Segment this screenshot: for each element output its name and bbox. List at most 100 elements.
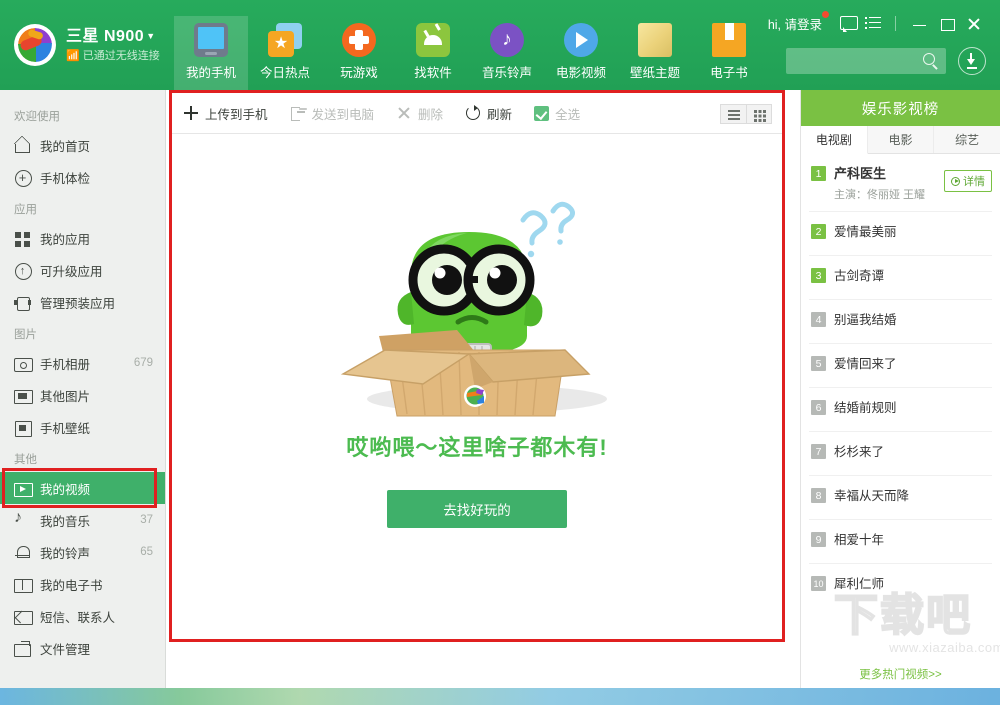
chevron-down-icon[interactable]: ▼ [146,31,155,41]
list-item[interactable]: 10 犀利仁师 [809,564,992,608]
nav-tab-label: 我的手机 [186,62,236,81]
sidebar-item-my-ringtones[interactable]: 我的铃声 65 [0,536,165,568]
tab-tv-series[interactable]: 电视剧 [801,126,868,154]
upload-to-phone-button[interactable]: 上传到手机 [183,104,268,123]
list-item[interactable]: 1 产科医生 主演：佟丽娅 王耀 详情 [809,154,992,212]
tab-movies[interactable]: 电影 [868,126,935,153]
list-item[interactable]: 2 爱情最美丽 [809,212,992,256]
sidebar-item-phone-checkup[interactable]: 手机体检 [0,161,165,193]
maximize-icon[interactable] [935,15,959,33]
nav-tab-music-ringtone[interactable]: 音乐铃声 [470,16,544,90]
minimize-icon[interactable] [908,15,932,33]
nav-tab-label: 玩游戏 [340,62,378,81]
nav-tab-today-hot[interactable]: 今日热点 [248,16,322,90]
nav-tab-label: 电子书 [710,62,748,81]
find-fun-button[interactable]: 去找好玩的 [387,490,567,528]
nav-tab-label: 今日热点 [260,62,310,81]
list-item[interactable]: 4 别逼我结婚 [809,300,992,344]
image-icon [14,387,31,404]
list-icon[interactable] [864,15,886,33]
list-view-icon[interactable] [720,104,746,124]
search-icon[interactable] [923,53,938,68]
list-item-title: 犀利仁师 [834,577,884,591]
rank-badge: 9 [811,532,826,547]
rank-badge: 2 [811,224,826,239]
refresh-button[interactable]: 刷新 [465,104,512,123]
login-link[interactable]: hi, 请登录 [768,14,822,33]
music-note-icon [490,23,524,57]
device-status-label: 已通过无线连接 [83,50,160,62]
nav-tab-label: 电影视频 [556,62,606,81]
watermark-url: www.xiazaiba.com [834,640,1000,655]
nav-tab-my-phone[interactable]: 我的手机 [174,16,248,90]
sidebar-item-phone-album[interactable]: 手机相册 679 [0,347,165,379]
sidebar-item-file-manager[interactable]: 文件管理 [0,632,165,664]
toolbar-item-label: 上传到手机 [205,104,268,123]
upgrade-icon [14,262,31,279]
sidebar-item-my-videos[interactable]: 我的视频 [0,472,165,504]
search-container [786,48,946,74]
notification-dot [822,11,829,18]
list-item[interactable]: 9 相爱十年 [809,520,992,564]
select-all-button[interactable]: 全选 [534,104,580,123]
toolbar-item-label: 刷新 [487,104,512,123]
device-brand-block[interactable]: 三星 N900▼ 📶已通过无线连接 [14,24,160,66]
right-panel: 娱乐影视榜 电视剧 电影 综艺 1 产科医生 主演：佟丽娅 王耀 详情 [800,90,1000,688]
list-item[interactable]: 7 杉杉来了 [809,432,992,476]
toolbar-item-label: 删除 [418,104,443,123]
list-item-title: 幸福从天而降 [834,489,909,503]
detail-button[interactable]: 详情 [944,170,992,192]
sidebar-item-my-home[interactable]: 我的首页 [0,129,165,161]
nav-tab-games[interactable]: 玩游戏 [322,16,396,90]
play-circle-icon [951,177,960,186]
grid-view-icon[interactable] [746,104,772,124]
delete-button[interactable]: 删除 [396,104,443,123]
nav-tab-wallpaper-theme[interactable]: 壁纸主题 [618,16,692,90]
sidebar-item-manage-preinstalled[interactable]: 管理预装应用 [0,286,165,318]
wallpaper-icon [14,419,31,436]
sidebar-item-upgradable-apps[interactable]: 可升级应用 [0,254,165,286]
music-icon [14,512,31,529]
message-icon[interactable] [838,15,860,33]
home-icon [14,137,31,154]
tab-variety[interactable]: 综艺 [934,126,1000,153]
rank-badge: 6 [811,400,826,415]
sidebar-item-label: 我的电子书 [40,575,153,594]
application-window: 三星 N900▼ 📶已通过无线连接 我的手机 今日热点 玩游戏 找软件 [0,0,1000,688]
list-item[interactable]: 3 古剑奇谭 [809,256,992,300]
phone-icon [194,23,228,57]
list-item-title: 古剑奇谭 [834,269,884,283]
brand-logo-icon [14,24,56,66]
sidebar-item-sms-contacts[interactable]: 短信、联系人 [0,600,165,632]
nav-tab-software[interactable]: 找软件 [396,16,470,90]
sidebar-item-my-ebooks[interactable]: 我的电子书 [0,568,165,600]
content-toolbar: 上传到手机 发送到电脑 删除 刷新 [172,93,782,134]
list-item[interactable]: 6 结婚前规则 [809,388,992,432]
sidebar-item-my-apps[interactable]: 我的应用 [0,222,165,254]
highlight-box-content: 上传到手机 发送到电脑 删除 刷新 [169,90,785,642]
list-item[interactable]: 8 幸福从天而降 [809,476,992,520]
sidebar-item-phone-wallpaper[interactable]: 手机壁纸 [0,411,165,443]
video-icon [14,480,31,497]
device-name[interactable]: 三星 N900▼ [66,28,160,46]
rank-badge: 7 [811,444,826,459]
header-divider [895,16,896,31]
nav-tab-movie-video[interactable]: 电影视频 [544,16,618,90]
view-toggle-group [720,104,772,124]
rank-badge: 5 [811,356,826,371]
list-item[interactable]: 5 爱情回来了 [809,344,992,388]
star-card-icon [268,23,302,57]
sidebar-item-label: 手机相册 [40,354,134,373]
close-icon[interactable] [962,15,986,33]
nav-tab-label: 音乐铃声 [482,62,532,81]
download-icon[interactable] [958,47,986,75]
more-videos-link[interactable]: 更多热门视频>> [801,666,1000,682]
send-to-pc-button[interactable]: 发送到电脑 [290,104,375,123]
sidebar-item-label: 我的首页 [40,136,153,155]
nav-tab-ebook[interactable]: 电子书 [692,16,766,90]
sidebar-item-label: 手机壁纸 [40,418,153,437]
sidebar-item-other-images[interactable]: 其他图片 [0,379,165,411]
sidebar-item-my-music[interactable]: 我的音乐 37 [0,504,165,536]
search-input[interactable] [786,48,946,74]
app-body: 欢迎使用 我的首页 手机体检 应用 我的应用 可升级应用 [0,90,1000,688]
